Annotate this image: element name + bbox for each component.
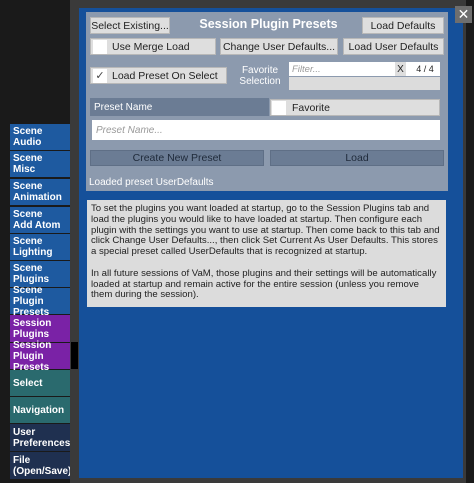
side-tab-navigation[interactable]: Navigation bbox=[10, 397, 77, 423]
favorite-toggle[interactable]: Favorite bbox=[270, 99, 440, 116]
checkbox[interactable] bbox=[272, 100, 286, 115]
preset-name-input[interactable]: Preset Name... bbox=[92, 120, 440, 140]
side-tab-label-line: Session Plugin bbox=[13, 339, 52, 362]
side-tab-label: Scene Plugin Presets bbox=[13, 285, 74, 318]
side-tab-scene-audio[interactable]: Scene Audio bbox=[10, 124, 77, 150]
side-tab-label: File (Open/Save) bbox=[13, 455, 71, 477]
side-tab-label-line: Lighting bbox=[13, 247, 53, 258]
load-preset-on-select-toggle[interactable]: ✓ Load Preset On Select bbox=[90, 67, 227, 84]
status-text: Loaded preset UserDefaults bbox=[89, 177, 214, 188]
checkbox[interactable] bbox=[93, 39, 107, 54]
load-button[interactable]: Load bbox=[270, 150, 444, 166]
side-tab-select[interactable]: Select bbox=[10, 370, 77, 396]
side-tab-label-line: Scene bbox=[13, 153, 43, 164]
side-tab-scene-add-atom[interactable]: Scene Add Atom bbox=[10, 207, 77, 233]
change-user-defaults-button[interactable]: Change User Defaults... bbox=[220, 38, 338, 55]
side-tab-label: Session Plugins bbox=[13, 318, 51, 340]
load-preset-on-select-label: Load Preset On Select bbox=[112, 69, 218, 82]
help-paragraph-2: In all future sessions of VaM, those plu… bbox=[91, 267, 437, 301]
side-tab-label: Scene Add Atom bbox=[13, 209, 60, 231]
side-tab-scene-plugins[interactable]: Scene Plugins bbox=[10, 261, 77, 287]
close-button[interactable]: ✕ bbox=[455, 6, 472, 23]
side-tab-scene-animation[interactable]: Scene Animation bbox=[10, 179, 77, 205]
help-paragraph-1: To set the plugins you want loaded at st… bbox=[91, 203, 440, 258]
tab-scroll-indicator bbox=[71, 342, 78, 369]
side-tab-scene-misc[interactable]: Scene Misc bbox=[10, 151, 77, 177]
side-tab-scene-plugin-presets[interactable]: Scene Plugin Presets bbox=[10, 285, 77, 318]
filter-clear-button[interactable]: X bbox=[395, 62, 406, 76]
preset-name-label: Preset Name bbox=[90, 98, 269, 116]
side-tab-label: Select bbox=[13, 378, 42, 389]
help-text-box: To set the plugins you want loaded at st… bbox=[87, 200, 446, 307]
side-tab-label-line: Navigation bbox=[13, 404, 65, 416]
side-tab-label-line: Scene bbox=[13, 236, 43, 247]
side-tab-label-line: File bbox=[13, 454, 31, 466]
favorite-selection-label-line2: Selection bbox=[239, 76, 281, 87]
side-tab-label-line: Scene bbox=[13, 181, 43, 192]
side-tab-label: Scene Lighting bbox=[13, 236, 52, 258]
side-tab-label-line: Audio bbox=[13, 137, 42, 148]
create-new-preset-button[interactable]: Create New Preset bbox=[90, 150, 264, 166]
select-existing-button[interactable]: Select Existing... bbox=[90, 17, 170, 34]
side-tab-label-line: User bbox=[13, 426, 36, 438]
side-tab-label-line: Add Atom bbox=[13, 220, 61, 231]
side-tab-label: Scene Animation bbox=[13, 181, 62, 203]
side-tab-file-open-save[interactable]: File (Open/Save) bbox=[10, 452, 77, 479]
use-merge-load-label: Use Merge Load bbox=[112, 40, 190, 53]
panel-title: Session Plugin Presets bbox=[199, 17, 338, 31]
side-tab-label-line: Scene bbox=[13, 263, 43, 274]
load-user-defaults-button[interactable]: Load User Defaults bbox=[343, 38, 444, 55]
side-tab-label-line: Preferences bbox=[13, 437, 71, 449]
side-tab-session-plugin-presets[interactable]: Session Plugin Presets bbox=[10, 340, 71, 373]
side-tab-label-line: Scene bbox=[13, 126, 43, 137]
favorite-selection-label: Favorite Selection bbox=[234, 65, 286, 87]
side-tab-label-line: (Open/Save) bbox=[13, 465, 72, 477]
side-tab-label: Scene Plugins bbox=[13, 263, 49, 285]
checkmark-icon[interactable]: ✓ bbox=[93, 68, 107, 83]
side-tab-label-line: Select bbox=[13, 377, 43, 389]
side-tab-user-preferences[interactable]: User Preferences bbox=[10, 424, 77, 451]
side-tab-label-line: Session bbox=[13, 317, 52, 329]
side-tab-label-line: Animation bbox=[13, 192, 62, 203]
side-tab-label: Navigation bbox=[13, 405, 64, 416]
side-tab-session-plugins[interactable]: Session Plugins bbox=[10, 315, 77, 342]
favorite-selection-dropdown[interactable] bbox=[289, 77, 440, 90]
side-tab-label: User Preferences bbox=[13, 427, 70, 449]
side-tab-label-line: Scene bbox=[13, 209, 43, 220]
filter-count: 4 / 4 bbox=[416, 64, 434, 74]
side-tab-label-line: Misc bbox=[13, 164, 36, 175]
close-icon: ✕ bbox=[457, 6, 470, 23]
side-tab-label: Scene Misc bbox=[13, 153, 42, 175]
use-merge-load-toggle[interactable]: Use Merge Load bbox=[90, 38, 216, 55]
side-tab-label: Session Plugin Presets bbox=[13, 340, 68, 373]
side-tab-label-line: Scene Plugin bbox=[13, 284, 44, 307]
side-tab-scene-lighting[interactable]: Scene Lighting bbox=[10, 234, 77, 260]
side-tab-label: Scene Audio bbox=[13, 126, 42, 148]
side-tab-label-line: Plugins bbox=[13, 274, 50, 285]
favorite-selection-label-line1: Favorite bbox=[241, 65, 279, 76]
load-defaults-button[interactable]: Load Defaults bbox=[362, 17, 444, 34]
favorite-label: Favorite bbox=[292, 101, 330, 114]
side-tab-label-line: Plugins bbox=[13, 328, 50, 340]
